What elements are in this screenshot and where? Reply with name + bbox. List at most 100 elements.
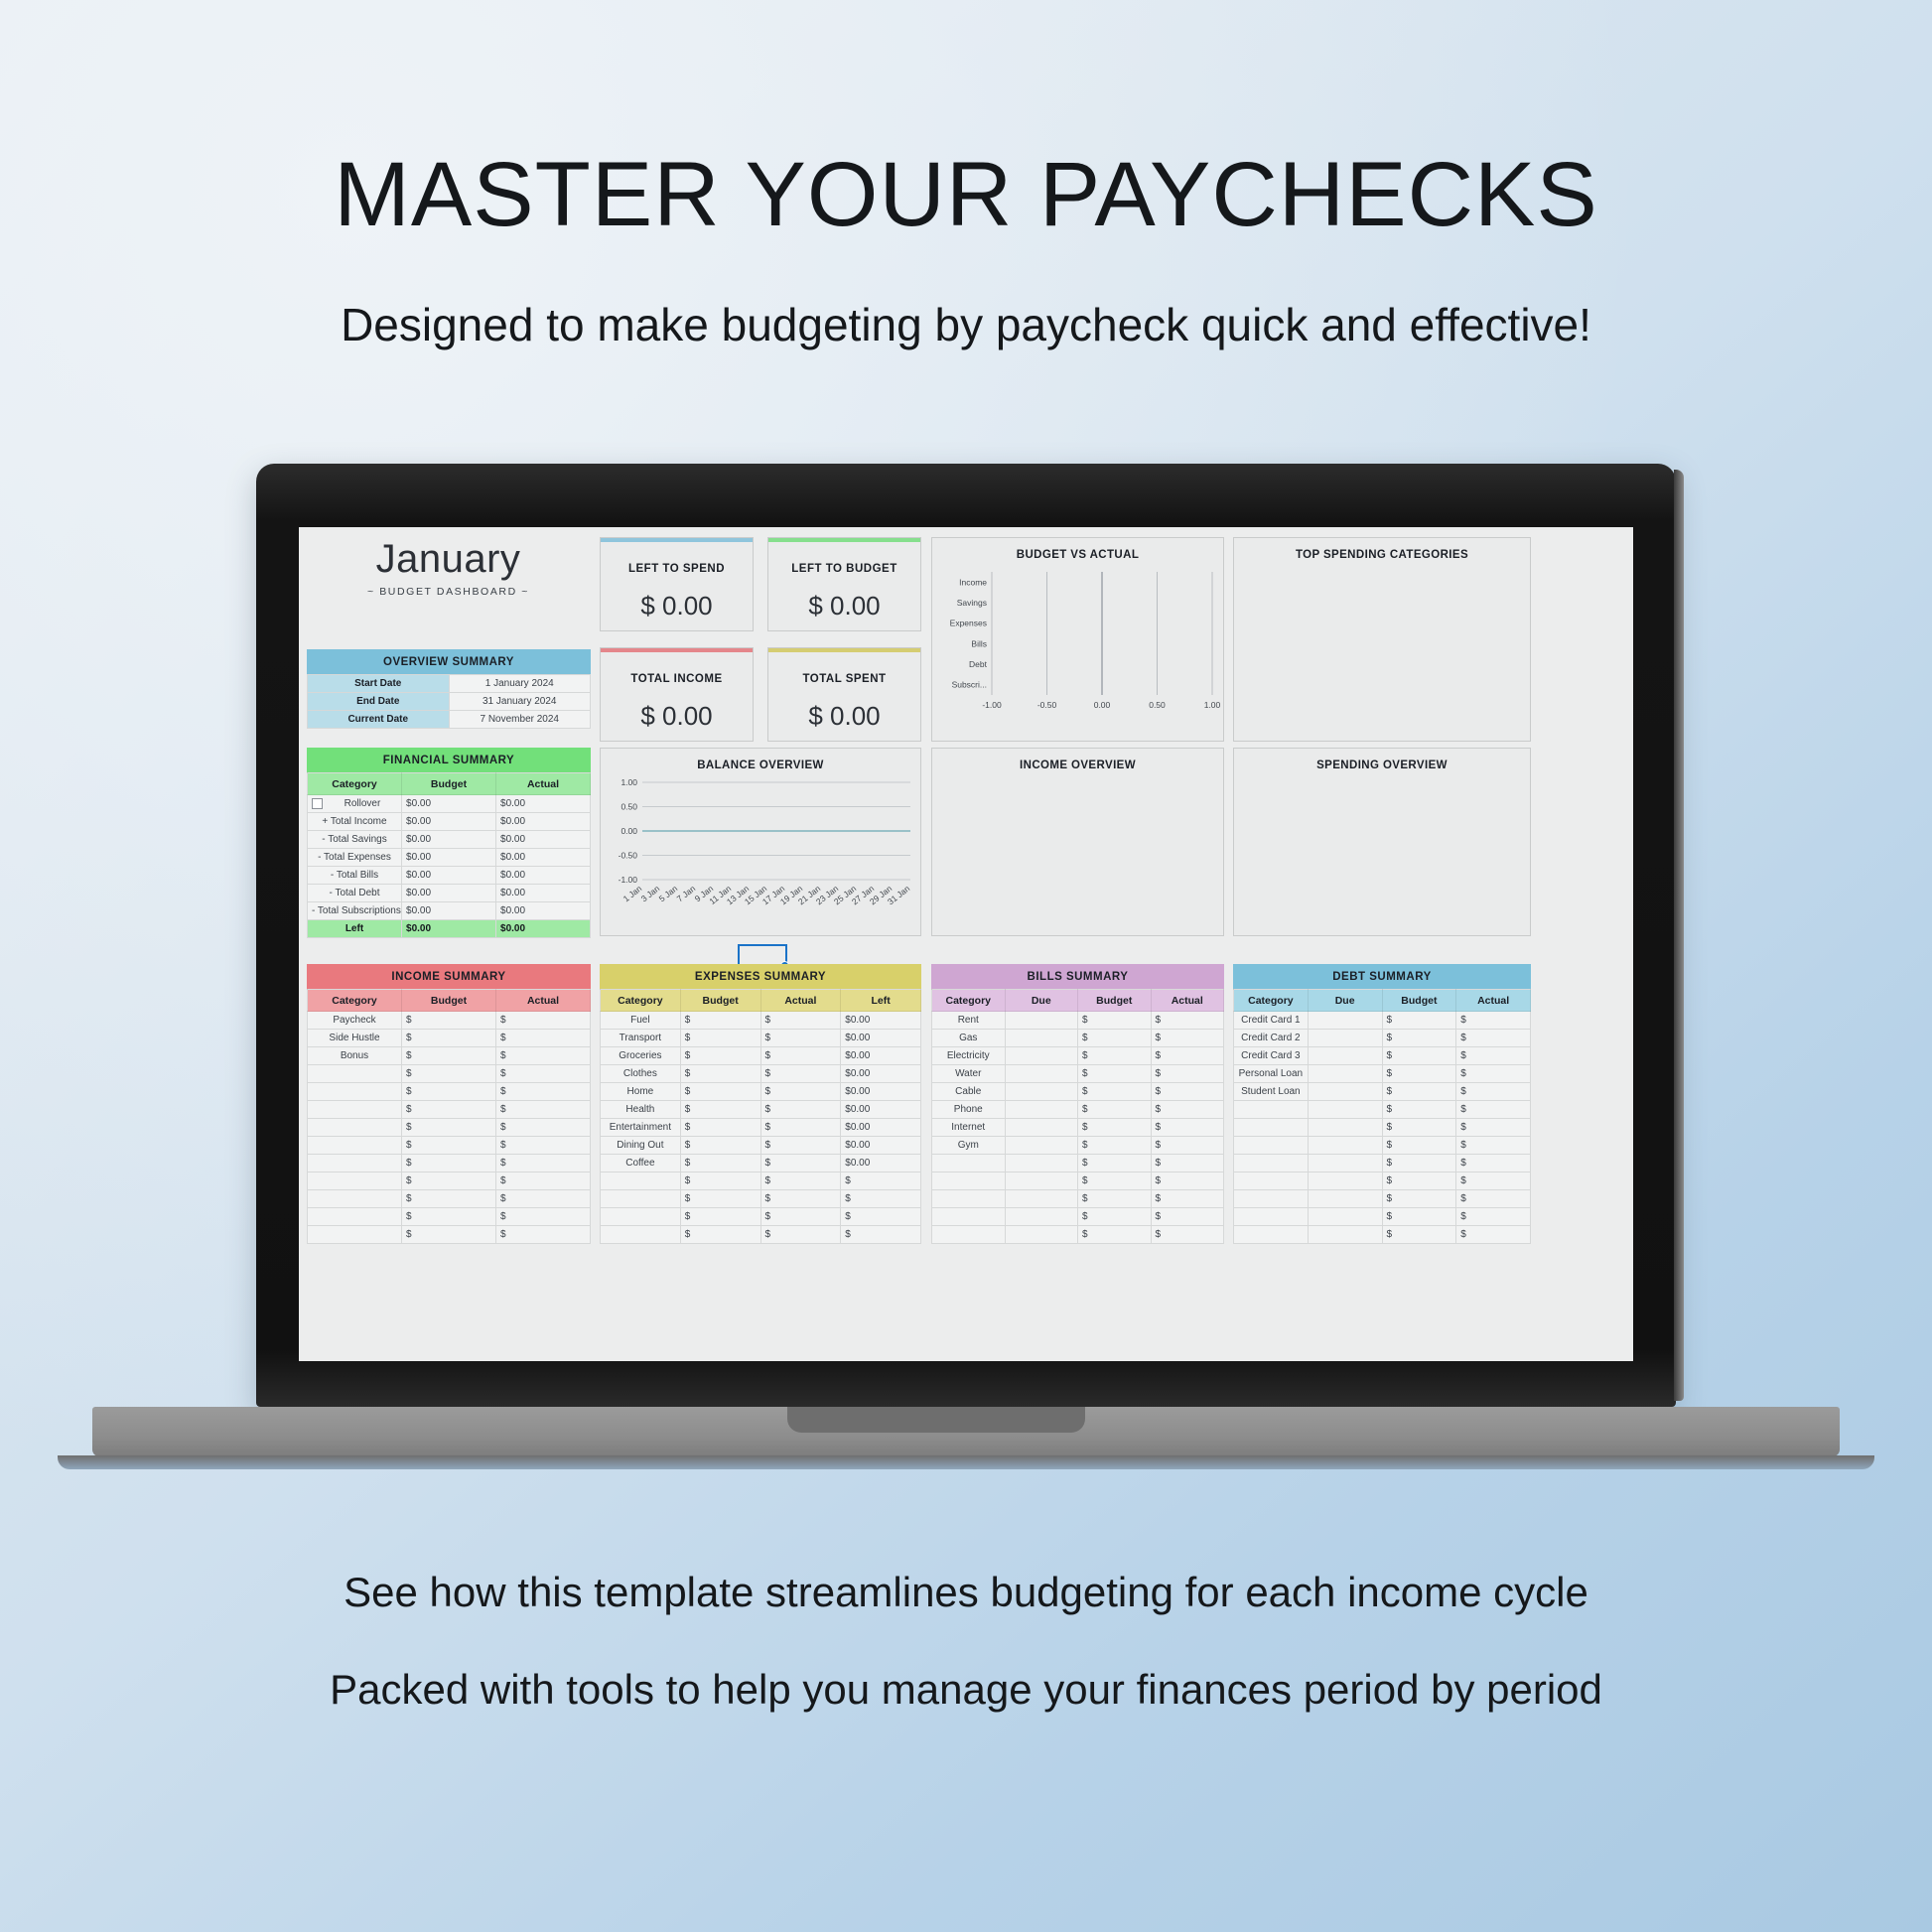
debt-actual-cell[interactable]: $ (1455, 1154, 1531, 1173)
debt-due-cell[interactable] (1307, 1100, 1383, 1119)
table-row[interactable]: Student Loan $ $ (1233, 1082, 1531, 1101)
debt-actual-cell[interactable]: $ (1455, 1046, 1531, 1065)
income-category-cell[interactable] (307, 1189, 402, 1208)
income-actual-cell[interactable]: $ (495, 1029, 591, 1047)
table-row[interactable]: $ $ (1233, 1189, 1531, 1208)
rollover-checkbox[interactable] (312, 797, 323, 809)
income-budget-cell[interactable]: $ (401, 1136, 496, 1155)
overview-row-value[interactable]: 7 November 2024 (448, 710, 591, 729)
overview-row-value[interactable]: 1 January 2024 (448, 674, 591, 693)
income-budget-cell[interactable]: $ (401, 1046, 496, 1065)
balance-overview-chart[interactable]: BALANCE OVERVIEW 1.00 0.50 0.00 -0.50 -1.00 … (600, 748, 921, 936)
overview-row-value[interactable]: 31 January 2024 (448, 692, 591, 711)
table-row[interactable]: Clothes $ $ $0.00 (600, 1064, 921, 1083)
debt-budget-cell[interactable]: $ (1381, 1082, 1457, 1101)
expense-actual-cell[interactable]: $ (759, 1064, 842, 1083)
income-budget-cell[interactable]: $ (401, 1029, 496, 1047)
table-row[interactable]: Credit Card 2 $ $ (1233, 1029, 1531, 1047)
income-budget-cell[interactable]: $ (401, 1189, 496, 1208)
bill-actual-cell[interactable]: $ (1150, 1064, 1224, 1083)
table-row[interactable]: Cable $ $ (931, 1082, 1224, 1101)
table-row[interactable]: $ $ (307, 1064, 591, 1083)
debt-actual-cell[interactable]: $ (1455, 1064, 1531, 1083)
top-spending-categories-panel[interactable]: TOP SPENDING CATEGORIES (1233, 537, 1531, 742)
bill-due-cell[interactable] (1004, 1136, 1078, 1155)
expense-category-cell[interactable]: Dining Out (600, 1136, 681, 1155)
debt-budget-cell[interactable]: $ (1381, 1064, 1457, 1083)
income-category-cell[interactable]: Paycheck (307, 1011, 402, 1030)
budget-vs-actual-chart[interactable]: BUDGET VS ACTUAL Income Savings Expenses Bi… (931, 537, 1224, 742)
bill-category-cell[interactable] (931, 1172, 1006, 1190)
table-row[interactable]: $ $ (307, 1172, 591, 1190)
table-row[interactable]: Paycheck $ $ (307, 1011, 591, 1030)
financial-budget-cell[interactable]: $0.00 (401, 794, 496, 813)
table-row[interactable]: Bonus $ $ (307, 1046, 591, 1065)
table-row[interactable]: Gas $ $ (931, 1029, 1224, 1047)
income-category-cell[interactable] (307, 1154, 402, 1173)
table-row[interactable]: $ $ (307, 1189, 591, 1208)
debt-due-cell[interactable] (1307, 1118, 1383, 1137)
table-row[interactable]: $ $ (307, 1154, 591, 1173)
debt-actual-cell[interactable]: $ (1455, 1100, 1531, 1119)
debt-budget-cell[interactable]: $ (1381, 1029, 1457, 1047)
bill-budget-cell[interactable]: $ (1077, 1082, 1152, 1101)
expense-actual-cell[interactable]: $ (759, 1136, 842, 1155)
bill-budget-cell[interactable]: $ (1077, 1172, 1152, 1190)
debt-budget-cell[interactable]: $ (1381, 1225, 1457, 1244)
table-row[interactable]: Internet $ $ (931, 1118, 1224, 1137)
expense-category-cell[interactable]: Clothes (600, 1064, 681, 1083)
bill-budget-cell[interactable]: $ (1077, 1046, 1152, 1065)
table-row[interactable]: Rollover $0.00 $0.00 (307, 794, 591, 813)
bill-budget-cell[interactable]: $ (1077, 1207, 1152, 1226)
financial-actual-cell[interactable]: $0.00 (495, 884, 591, 902)
financial-budget-cell[interactable]: $0.00 (401, 884, 496, 902)
expense-budget-cell[interactable]: $ (679, 1136, 761, 1155)
expense-budget-cell[interactable]: $ (679, 1154, 761, 1173)
table-row[interactable]: - Total Expenses $0.00 $0.00 (307, 848, 591, 867)
table-row[interactable]: $ $ (307, 1082, 591, 1101)
bill-budget-cell[interactable]: $ (1077, 1136, 1152, 1155)
bill-due-cell[interactable] (1004, 1207, 1078, 1226)
debt-budget-cell[interactable]: $ (1381, 1172, 1457, 1190)
bill-due-cell[interactable] (1004, 1064, 1078, 1083)
debt-category-cell[interactable]: Personal Loan (1233, 1064, 1309, 1083)
expense-budget-cell[interactable]: $ (679, 1011, 761, 1030)
table-row[interactable]: Coffee $ $ $0.00 (600, 1154, 921, 1173)
financial-actual-cell[interactable]: $0.00 (495, 830, 591, 849)
income-budget-cell[interactable]: $ (401, 1172, 496, 1190)
debt-due-cell[interactable] (1307, 1189, 1383, 1208)
bill-actual-cell[interactable]: $ (1150, 1082, 1224, 1101)
table-row[interactable]: Credit Card 1 $ $ (1233, 1011, 1531, 1030)
expense-budget-cell[interactable]: $ (679, 1189, 761, 1208)
income-budget-cell[interactable]: $ (401, 1225, 496, 1244)
table-row[interactable]: Current Date 7 November 2024 (307, 710, 591, 729)
bill-actual-cell[interactable]: $ (1150, 1225, 1224, 1244)
debt-category-cell[interactable]: Student Loan (1233, 1082, 1309, 1101)
expense-category-cell[interactable]: Coffee (600, 1154, 681, 1173)
table-row[interactable]: $ $ (1233, 1207, 1531, 1226)
bill-actual-cell[interactable]: $ (1150, 1189, 1224, 1208)
financial-actual-cell[interactable]: $0.00 (495, 794, 591, 813)
debt-due-cell[interactable] (1307, 1207, 1383, 1226)
income-category-cell[interactable] (307, 1100, 402, 1119)
table-row[interactable]: Home $ $ $0.00 (600, 1082, 921, 1101)
table-row[interactable]: Phone $ $ (931, 1100, 1224, 1119)
expense-budget-cell[interactable]: $ (679, 1172, 761, 1190)
expense-budget-cell[interactable]: $ (679, 1064, 761, 1083)
debt-category-cell[interactable] (1233, 1136, 1309, 1155)
debt-actual-cell[interactable]: $ (1455, 1118, 1531, 1137)
debt-category-cell[interactable] (1233, 1225, 1309, 1244)
income-category-cell[interactable] (307, 1207, 402, 1226)
bill-actual-cell[interactable]: $ (1150, 1100, 1224, 1119)
bill-due-cell[interactable] (1004, 1029, 1078, 1047)
expense-category-cell[interactable]: Fuel (600, 1011, 681, 1030)
financial-budget-cell[interactable]: $0.00 (401, 812, 496, 831)
table-row[interactable]: Groceries $ $ $0.00 (600, 1046, 921, 1065)
income-category-cell[interactable] (307, 1136, 402, 1155)
income-category-cell[interactable] (307, 1118, 402, 1137)
table-row[interactable]: Electricity $ $ (931, 1046, 1224, 1065)
expense-category-cell[interactable] (600, 1172, 681, 1190)
income-budget-cell[interactable]: $ (401, 1082, 496, 1101)
income-actual-cell[interactable]: $ (495, 1118, 591, 1137)
financial-budget-cell[interactable]: $0.00 (401, 866, 496, 885)
